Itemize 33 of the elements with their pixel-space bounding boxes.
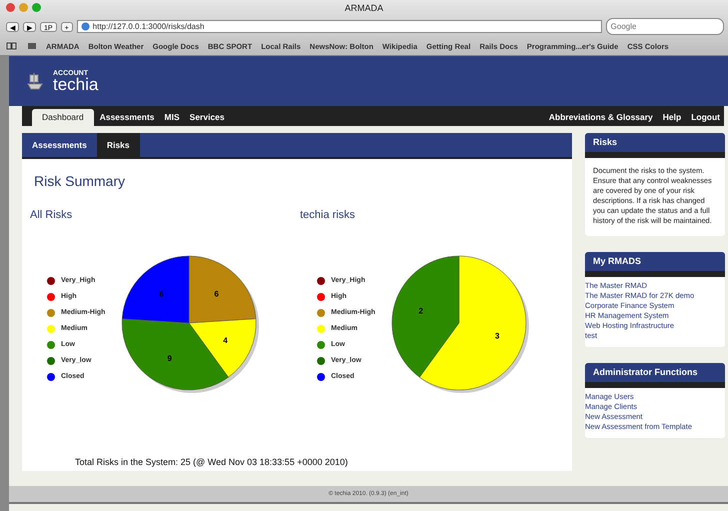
- grid-icon[interactable]: [27, 42, 37, 50]
- sub-tab[interactable]: Assessments: [22, 133, 97, 157]
- zoom-button[interactable]: [32, 3, 41, 12]
- slice-value: 4: [223, 336, 228, 346]
- total-risks-text: Total Risks in the System: 25 (@ Wed Nov 03 18:33:55 +0000 2010): [75, 457, 349, 467]
- page-heading: Risk Summary: [34, 173, 126, 189]
- address-field[interactable]: http://127.0.0.1:3000/risks/dash: [76, 20, 602, 33]
- slice-value: 9: [167, 354, 172, 364]
- slice-value: 6: [159, 290, 164, 299]
- ship-logo-icon: [25, 71, 45, 91]
- nav-link[interactable]: Help: [658, 109, 686, 126]
- bookmarks-icon[interactable]: [6, 42, 18, 50]
- panel-header: My RMADS: [585, 252, 725, 277]
- globe-icon: [80, 22, 90, 31]
- nav-tab[interactable]: Assessments: [96, 109, 158, 126]
- close-button[interactable]: [6, 3, 15, 12]
- slice-value: 6: [214, 290, 219, 299]
- nav-tab[interactable]: Dashboard: [32, 109, 94, 126]
- nav-link[interactable]: Abbreviations & Glossary: [544, 109, 657, 126]
- slice-value: 2: [418, 306, 424, 316]
- chart-title: techia risks: [300, 209, 356, 221]
- panel-header: Administrator Functions: [585, 363, 725, 388]
- account-name: techia: [53, 76, 98, 92]
- sub-tab[interactable]: Risks: [96, 133, 140, 157]
- slice-value: 3: [494, 331, 500, 340]
- nav-tab[interactable]: MIS: [160, 109, 184, 126]
- minimize-button[interactable]: [19, 3, 28, 12]
- window-title: ARMADA: [344, 3, 384, 13]
- nav-link[interactable]: Logout: [687, 109, 724, 126]
- panel-header: Risks: [585, 133, 725, 158]
- nav-tab[interactable]: Services: [186, 109, 229, 126]
- chart-title: All Risks: [30, 209, 74, 221]
- search-field[interactable]: Google: [606, 18, 724, 35]
